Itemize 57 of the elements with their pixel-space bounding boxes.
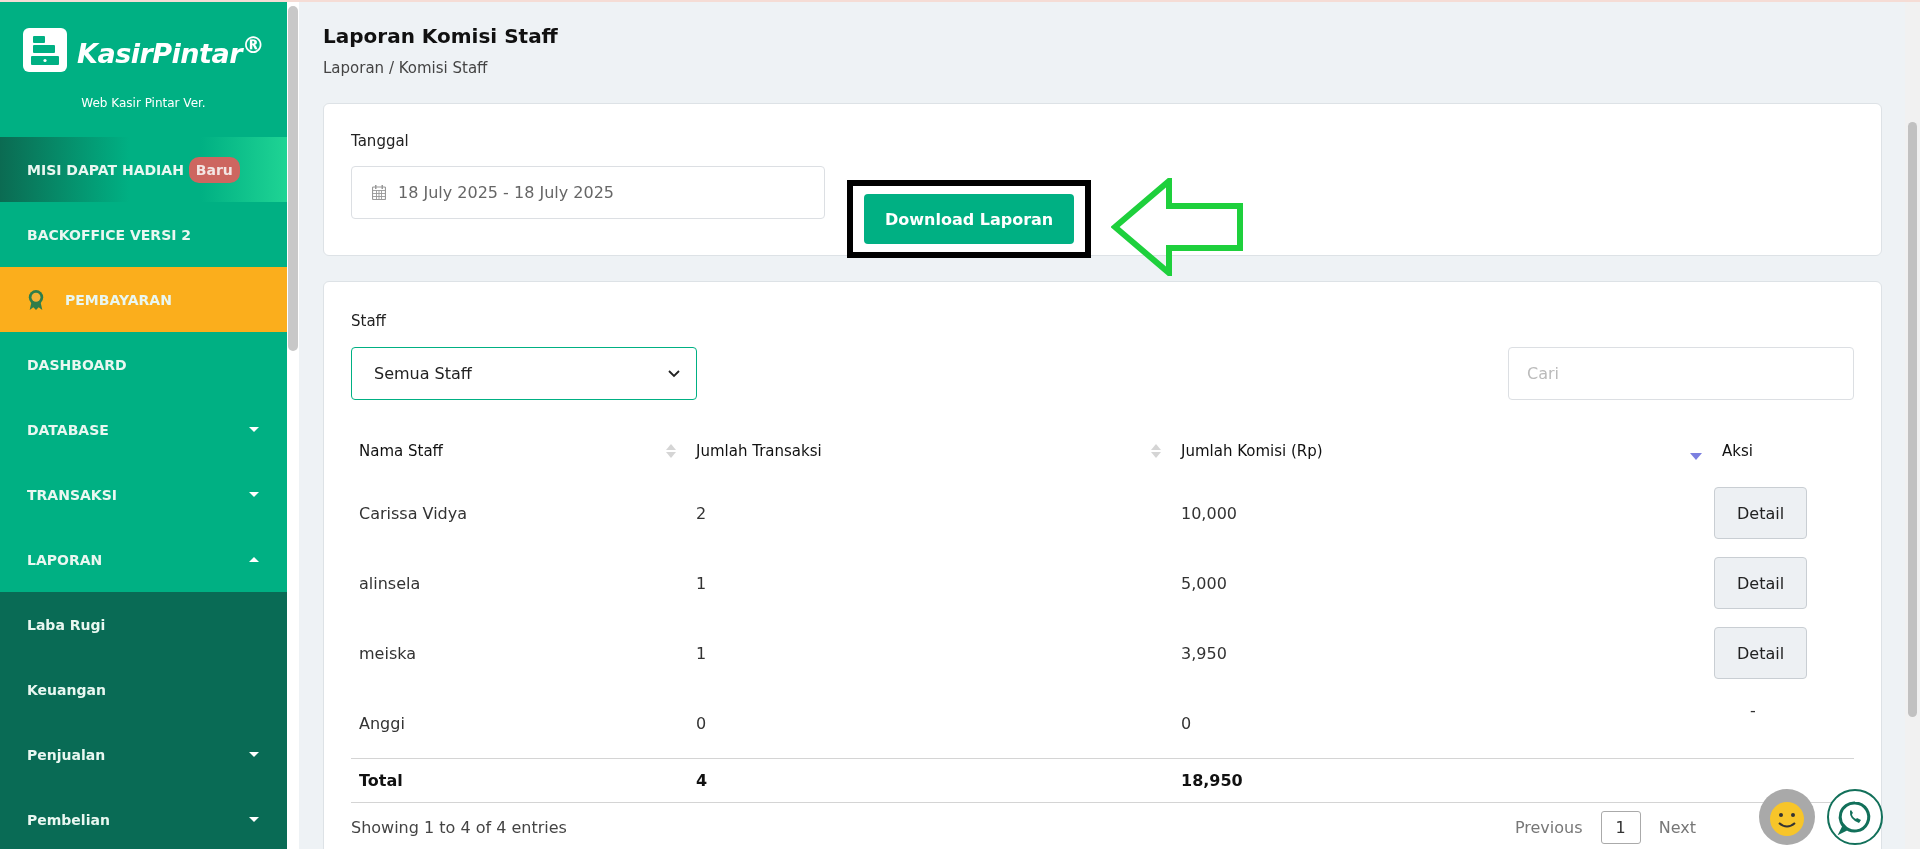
- page-title: Laporan Komisi Staff: [323, 24, 559, 48]
- table-cell-text: 1: [695, 643, 708, 663]
- breadcrumb: Laporan / Komisi Staff: [323, 59, 489, 77]
- chat-bubble-icon[interactable]: [1827, 789, 1883, 845]
- staff-select[interactable]: Semua Staff: [351, 347, 697, 400]
- sort-icon[interactable]: [666, 444, 676, 458]
- field-label: Tanggal: [351, 132, 410, 150]
- table-cell-text: 3,950: [1180, 643, 1228, 663]
- entries-info: Showing 1 to 4 of 4 entries: [351, 818, 567, 837]
- column-header[interactable]: Aksi: [1722, 442, 1753, 460]
- table-cell-text: 5,000: [1180, 573, 1228, 593]
- page-button[interactable]: 1: [1600, 811, 1641, 844]
- field-label: Staff: [351, 312, 387, 330]
- column-header[interactable]: Jumlah Transaksi: [696, 442, 822, 460]
- next-link[interactable]: Next: [1650, 812, 1704, 843]
- table-cell-text: -: [1749, 701, 1756, 722]
- table-cell-text: 10,000: [1180, 503, 1238, 523]
- table-cell-text: 2: [695, 503, 708, 523]
- caret-icon: [249, 752, 259, 757]
- table-cell-text: alinsela: [358, 573, 422, 593]
- caret-icon: [249, 557, 259, 562]
- table-cell-text: 18,950: [1180, 771, 1244, 790]
- version-text: Web Kasir Pintar Ver.: [81, 96, 206, 110]
- scrollbar[interactable]: [1905, 2, 1920, 849]
- table-cell-text: meiska: [358, 643, 417, 663]
- caret-icon: [249, 492, 259, 497]
- sidebar-subitem[interactable]: Laba Rugi: [0, 592, 287, 657]
- medal-icon: [27, 288, 45, 311]
- table-cell-text: 0: [695, 713, 708, 733]
- sidebar-subitem[interactable]: Pembelian: [0, 787, 287, 849]
- detail-button[interactable]: Detail: [1714, 557, 1808, 609]
- cash-register-icon: [23, 28, 67, 72]
- detail-button[interactable]: Detail: [1714, 487, 1808, 539]
- calendar-icon: [372, 185, 386, 200]
- column-header[interactable]: Jumlah Komisi (Rp): [1181, 442, 1323, 460]
- sidebar-subitem[interactable]: Keuangan: [0, 657, 287, 722]
- table-cell-text: Anggi: [358, 713, 406, 733]
- smiley-icon[interactable]: [1759, 789, 1815, 845]
- table-cell-text: Total: [358, 771, 404, 790]
- logo-text: KasirPintar$^{®}$: [77, 31, 264, 69]
- caret-icon: [249, 427, 259, 432]
- table-cell-text: 1: [695, 573, 708, 593]
- detail-button[interactable]: Detail: [1714, 627, 1808, 679]
- caret-icon: [249, 817, 259, 822]
- search-field[interactable]: Cari: [1508, 347, 1854, 400]
- date-range-field[interactable]: 18 July 2025 - 18 July 2025: [351, 166, 825, 219]
- scrollbar[interactable]: [287, 2, 299, 849]
- table-cell-text: Carissa Vidya: [358, 503, 469, 523]
- sort-icon[interactable]: [1151, 444, 1161, 458]
- table-cell-text: 4: [695, 771, 709, 790]
- sidebar-item[interactable]: MISI DAPAT HADIAH Baru: [0, 137, 287, 202]
- table-cell-text: 0: [1180, 713, 1193, 733]
- new-badge: Baru: [188, 156, 240, 183]
- previous-link[interactable]: Previous: [1506, 812, 1591, 843]
- chevron-down-icon: [668, 369, 680, 378]
- sidebar-subitem[interactable]: Penjualan: [0, 722, 287, 787]
- column-header[interactable]: Nama Staff: [359, 442, 443, 460]
